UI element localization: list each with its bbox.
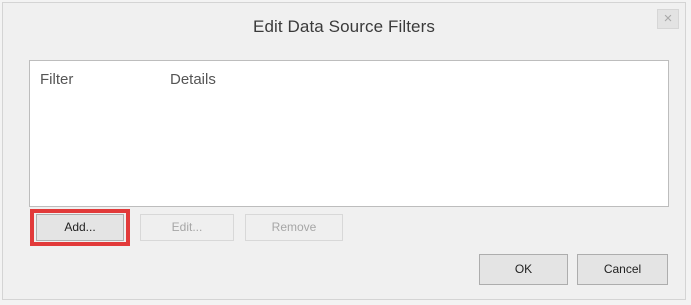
- column-header-filter[interactable]: Filter: [40, 71, 73, 88]
- close-icon: ×: [663, 10, 673, 27]
- edit-data-source-filters-dialog: Edit Data Source Filters × Filter Detail…: [2, 2, 686, 300]
- cancel-button[interactable]: Cancel: [577, 254, 668, 285]
- edit-button[interactable]: Edit...: [140, 214, 234, 241]
- title-bar: Edit Data Source Filters ×: [3, 3, 685, 47]
- add-button[interactable]: Add...: [36, 214, 124, 241]
- column-header-details[interactable]: Details: [170, 71, 216, 88]
- remove-button[interactable]: Remove: [245, 214, 343, 241]
- close-button[interactable]: ×: [657, 9, 679, 29]
- ok-button[interactable]: OK: [479, 254, 568, 285]
- filter-list[interactable]: Filter Details: [29, 60, 669, 207]
- dialog-title: Edit Data Source Filters: [253, 17, 435, 36]
